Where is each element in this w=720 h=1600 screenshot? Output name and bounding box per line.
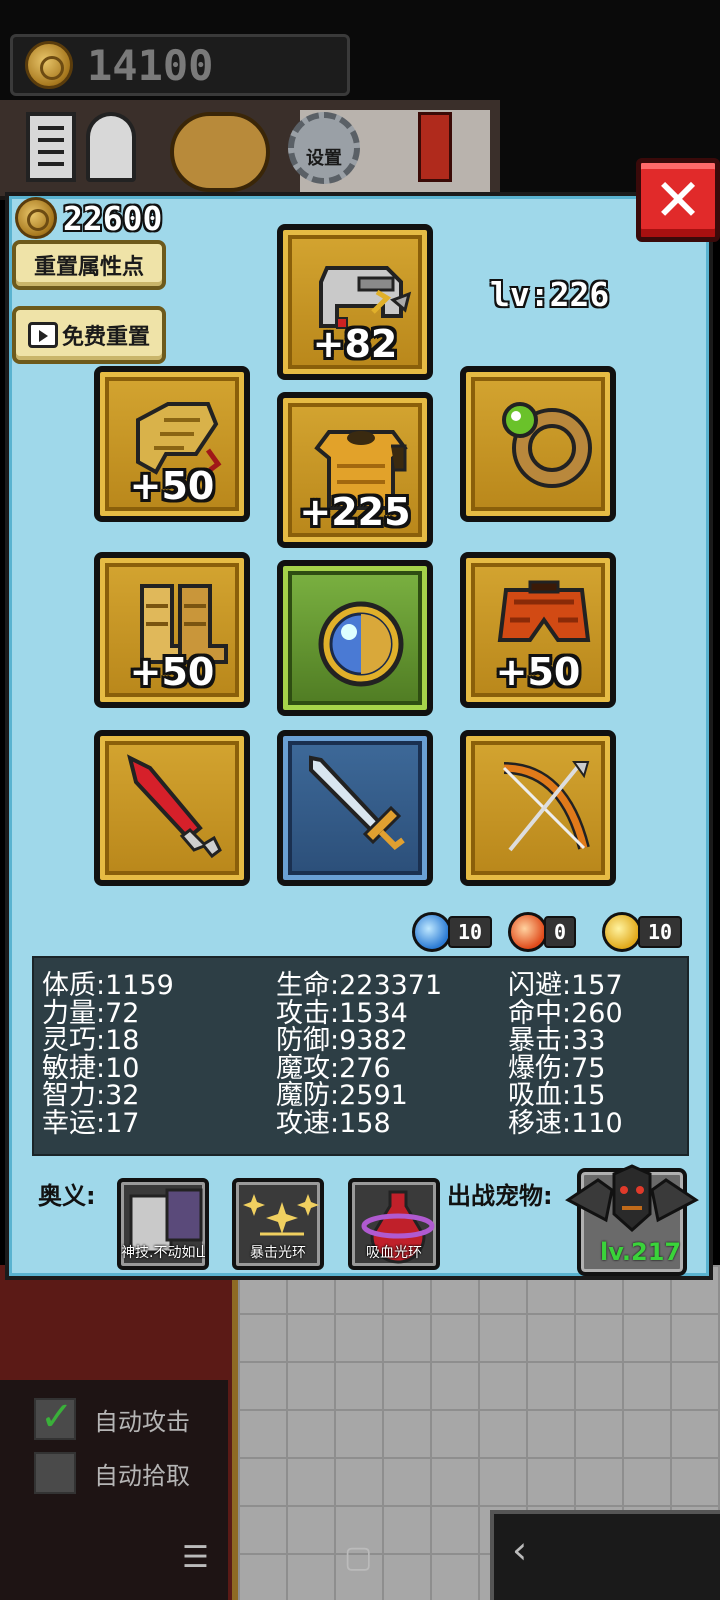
auto-attack-label: 自动攻击	[94, 1407, 190, 1436]
close-button[interactable]: ✕	[636, 158, 720, 242]
auto-pickup-checkbox[interactable]	[34, 1452, 76, 1494]
lightning-gem-icon	[602, 912, 642, 952]
reset-attribute-points-button[interactable]: 重置属性点	[12, 240, 166, 290]
stats-panel: 体质:1159 力量:72 灵巧:18 敏捷:10 智力:32 幸运:17 生命…	[32, 956, 689, 1156]
stat-luck: 幸运:17	[42, 1107, 140, 1139]
gold-coin-icon	[25, 41, 73, 89]
helmet-slot[interactable]: +82	[277, 224, 433, 380]
stat-hit: 命中:260	[508, 997, 623, 1029]
yellow-gem-counter: 10	[602, 912, 683, 952]
armor-slot[interactable]: +225	[277, 392, 433, 548]
top-menu-icons: 设置	[20, 106, 490, 192]
stat-intelligence: 智力:32	[42, 1080, 140, 1111]
boots-slot[interactable]: +50	[94, 552, 250, 708]
boots-bonus: +50	[129, 650, 215, 694]
pants-bonus: +50	[495, 650, 581, 694]
stat-move-speed: 移速:110	[508, 1107, 623, 1139]
ring-icon	[502, 402, 592, 488]
skill-crit-aura[interactable]: 暴击光环	[232, 1178, 324, 1270]
dagger-slot[interactable]	[94, 730, 250, 886]
banner-icon	[418, 112, 452, 182]
skills-label: 奥义:	[38, 1182, 96, 1210]
game-screen: 14100 设置 ✕ 22600 重置属性点 免费重置 lv:226 +82 +…	[0, 0, 720, 1600]
stat-crit-damage: 爆伤:75	[508, 1052, 606, 1084]
stat-dodge: 闪避:157	[508, 970, 623, 1001]
skill-lifesteal-aura-label: 吸血光环	[366, 1245, 422, 1261]
skill-immovable[interactable]: 神技.不动如山	[117, 1178, 209, 1270]
pet-level: lv.217	[600, 1238, 682, 1266]
skill-lifesteal-aura[interactable]: 吸血光环	[348, 1178, 440, 1270]
settings-gear-icon[interactable]: 设置	[288, 112, 360, 184]
character-icon[interactable]	[86, 112, 136, 182]
gloves-bonus: +50	[129, 464, 215, 508]
stat-constitution: 体质:1159	[42, 970, 174, 1001]
checkmark-icon: ✓	[40, 1394, 74, 1440]
armor-bonus: +225	[299, 490, 411, 534]
auto-attack-checkbox[interactable]: ✓	[34, 1394, 76, 1440]
blue-gem-counter: 10	[412, 912, 493, 952]
amulet-icon	[318, 601, 404, 687]
active-pet-label: 出战宠物:	[447, 1182, 553, 1210]
stat-defense: 防御:9382	[276, 1025, 408, 1056]
settings-label: 设置	[306, 148, 342, 169]
stats-column-secondary: 闪避:157 命中:260 暴击:33 爆伤:75 吸血:15 移速:110	[508, 972, 623, 1137]
bag-icon[interactable]	[170, 112, 270, 192]
stat-dexterity: 灵巧:18	[42, 1025, 140, 1056]
stat-lifesteal: 吸血:15	[508, 1080, 606, 1111]
sword-icon	[309, 755, 405, 850]
panel-coin-icon	[15, 197, 57, 239]
menu-nav-icon[interactable]: ☰	[182, 1540, 209, 1575]
stat-attack: 攻击:1534	[276, 997, 408, 1029]
red-gem-count: 0	[544, 916, 577, 948]
red-gem-counter: 0	[508, 912, 577, 952]
stat-attack-speed: 攻速:158	[276, 1107, 391, 1139]
stat-crit: 暴击:33	[508, 1025, 606, 1056]
blue-gem-icon	[412, 912, 452, 952]
stats-column-attributes: 体质:1159 力量:72 灵巧:18 敏捷:10 智力:32 幸运:17	[42, 972, 174, 1137]
auto-pickup-toggle[interactable]: 自动拾取	[34, 1452, 190, 1494]
stat-magic-attack: 魔攻:276	[276, 1052, 391, 1084]
stat-strength: 力量:72	[42, 997, 140, 1029]
top-gold-bar: 14100	[10, 34, 350, 96]
yellow-gem-count: 10	[638, 916, 683, 948]
character-level: lv:226	[490, 275, 610, 314]
ring-slot[interactable]	[460, 366, 616, 522]
stats-column-combat: 生命:223371 攻击:1534 防御:9382 魔攻:276 魔防:2591…	[276, 972, 442, 1137]
red-gem-icon	[508, 912, 548, 952]
skill-crit-aura-label: 暴击光环	[250, 1245, 306, 1261]
auto-attack-toggle[interactable]: ✓ 自动攻击	[34, 1394, 190, 1440]
bow-icon	[502, 761, 590, 852]
bow-slot[interactable]	[460, 730, 616, 886]
gloves-slot[interactable]: +50	[94, 366, 250, 522]
top-gold-amount: 14100	[87, 40, 214, 90]
close-icon: ✕	[653, 166, 703, 234]
quest-list-icon[interactable]	[26, 112, 76, 182]
free-reset-button[interactable]: 免费重置	[12, 306, 166, 364]
panel-coin-amount: 22600	[63, 198, 163, 238]
pants-slot[interactable]: +50	[460, 552, 616, 708]
amulet-slot[interactable]	[277, 560, 433, 716]
reset-attribute-points-label: 重置属性点	[33, 255, 144, 280]
stat-hp: 生命:223371	[276, 970, 443, 1001]
stat-agility: 敏捷:10	[42, 1052, 140, 1084]
helmet-bonus: +82	[312, 322, 398, 366]
back-nav-icon[interactable]: ‹	[512, 1528, 527, 1572]
sword-slot[interactable]	[277, 730, 433, 886]
panel-coin-display: 22600	[15, 197, 162, 239]
stat-magic-defense: 魔防:2591	[276, 1080, 408, 1111]
blue-gem-count: 10	[448, 916, 493, 948]
skill-immovable-label: 神技.不动如山	[121, 1245, 209, 1261]
video-ad-icon	[27, 322, 58, 348]
bat-demon-icon	[565, 1164, 699, 1233]
free-reset-label: 免费重置	[61, 325, 150, 350]
auto-pickup-label: 自动拾取	[94, 1461, 190, 1490]
home-nav-icon[interactable]: ▢	[344, 1540, 372, 1575]
red-dagger-icon	[127, 754, 222, 859]
